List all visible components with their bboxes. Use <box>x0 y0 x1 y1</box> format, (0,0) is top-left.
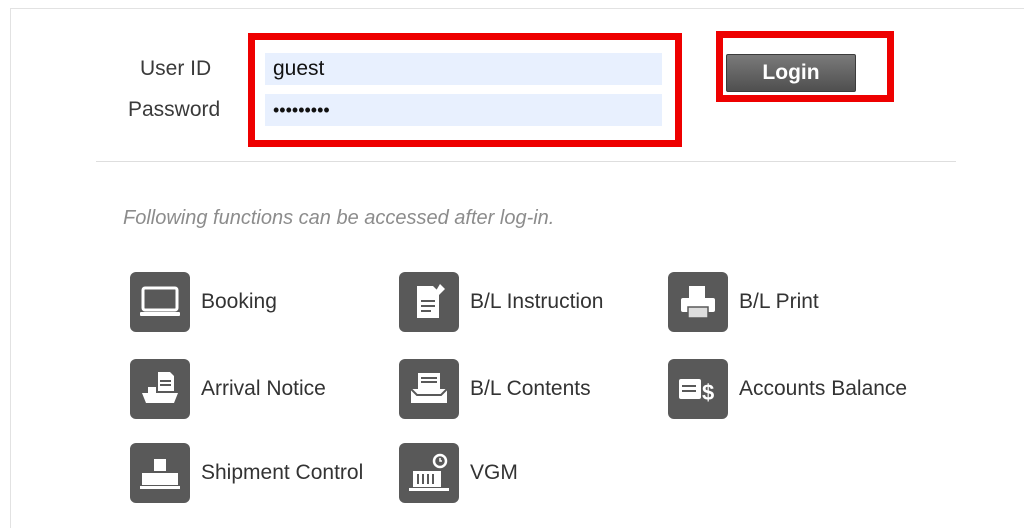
document-edit-icon <box>399 272 459 332</box>
function-bl-print[interactable]: B/L Print <box>668 272 819 332</box>
user-id-label: User ID <box>140 57 212 80</box>
user-id-input[interactable] <box>265 53 662 85</box>
function-label: B/L Contents <box>470 377 591 400</box>
function-label: VGM <box>470 461 518 484</box>
function-bl-instruction[interactable]: B/L Instruction <box>399 272 603 332</box>
function-label: B/L Print <box>739 290 819 313</box>
document-tray-icon <box>399 359 459 419</box>
function-booking[interactable]: Booking <box>130 272 277 332</box>
function-label: Booking <box>201 290 277 313</box>
monitor-icon <box>130 272 190 332</box>
money-icon: $ <box>668 359 728 419</box>
function-bl-contents[interactable]: B/L Contents <box>399 359 591 419</box>
password-label: Password <box>128 98 221 121</box>
divider <box>96 161 956 162</box>
scale-icon <box>399 443 459 503</box>
printer-icon <box>668 272 728 332</box>
login-button[interactable]: Login <box>726 54 856 92</box>
svg-text:$: $ <box>702 380 714 405</box>
function-vgm[interactable]: VGM <box>399 443 518 503</box>
ship-document-icon <box>130 359 190 419</box>
containers-icon <box>130 443 190 503</box>
notice-text: Following functions can be accessed afte… <box>123 207 555 229</box>
function-shipment-control[interactable]: Shipment Control <box>130 443 363 503</box>
function-label: Shipment Control <box>201 461 364 484</box>
function-label: Arrival Notice <box>201 377 326 400</box>
function-accounts-balance[interactable]: $ Accounts Balance <box>668 359 907 419</box>
function-label: Accounts Balance <box>739 377 908 400</box>
function-label: B/L Instruction <box>470 290 604 313</box>
function-arrival-notice[interactable]: Arrival Notice <box>130 359 326 419</box>
password-input[interactable] <box>265 94 662 126</box>
